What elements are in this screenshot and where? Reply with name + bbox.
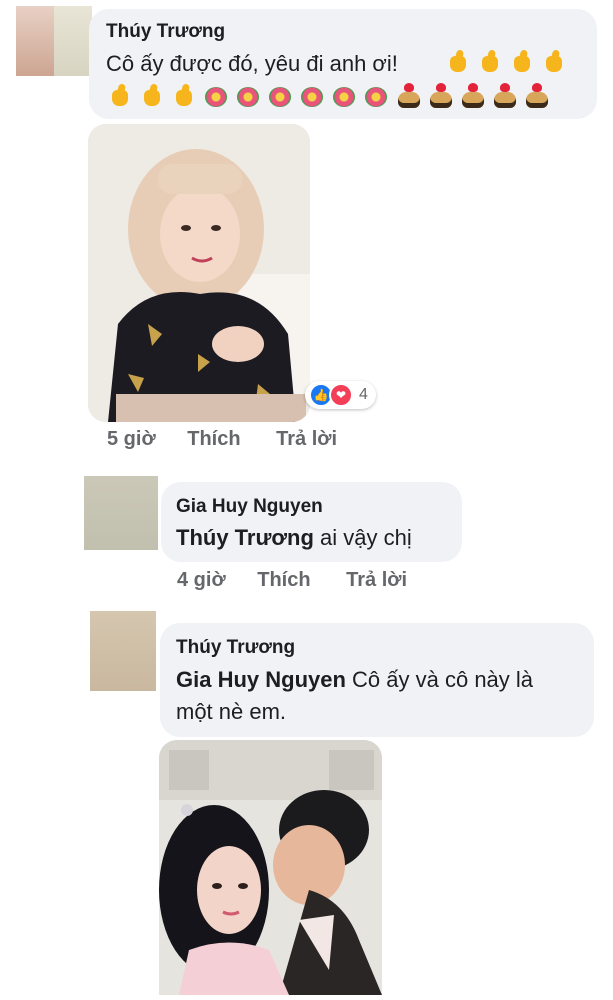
avatar[interactable]: [84, 476, 158, 550]
comment-body: ai vậy chị: [313, 525, 412, 550]
flower-icon: [298, 84, 326, 110]
thumbs-up-icon: [170, 84, 198, 110]
comment-photo[interactable]: [88, 124, 310, 422]
mention-link[interactable]: Gia Huy Nguyen: [176, 667, 346, 692]
thumbs-up-icon: [508, 50, 536, 76]
comment-bubble: Thúy Trương Gia Huy Nguyen Cô ấy và cô n…: [160, 623, 594, 737]
emoji-row: [106, 83, 550, 110]
avatar[interactable]: [16, 6, 92, 76]
couple-heart-icon: [458, 83, 486, 110]
couple-heart-icon: [394, 83, 422, 110]
flower-icon: [362, 84, 390, 110]
comment-actions: 4 giờ Thích Trả lời: [177, 569, 407, 592]
comment-text: Gia Huy Nguyen Cô ấy và cô này là: [176, 665, 533, 695]
photo-illustration: [159, 740, 382, 995]
comment-time[interactable]: 5 giờ: [107, 428, 156, 451]
avatar[interactable]: [90, 611, 156, 691]
thumbs-up-icon: [138, 84, 166, 110]
reaction-summary[interactable]: 👍 ❤ 4: [305, 381, 376, 409]
couple-heart-icon: [522, 83, 550, 110]
comment-author[interactable]: Thúy Trương: [176, 637, 295, 659]
comment-text: Cô ấy được đó, yêu đi anh ơi!: [106, 51, 398, 76]
comment-text: Thúy Trương ai vậy chị: [176, 523, 412, 553]
reply-button[interactable]: Trả lời: [346, 569, 407, 592]
thumbs-up-icon: [444, 50, 472, 76]
comment-actions: 5 giờ Thích Trả lời: [107, 428, 337, 451]
thumbs-up-icon: [476, 50, 504, 76]
reaction-count: 4: [359, 386, 368, 403]
emoji-row: [444, 50, 568, 76]
photo-illustration: [88, 124, 310, 422]
flower-icon: [202, 84, 230, 110]
like-button[interactable]: Thích: [257, 569, 310, 592]
thumbs-up-icon: [106, 84, 134, 110]
comment-time[interactable]: 4 giờ: [177, 569, 226, 592]
comment-author[interactable]: Gia Huy Nguyen: [176, 496, 323, 518]
mention-link[interactable]: Thúy Trương: [176, 525, 314, 550]
like-button[interactable]: Thích: [187, 428, 240, 451]
comment-photo[interactable]: [159, 740, 382, 995]
comment-bubble: Gia Huy Nguyen Thúy Trương ai vậy chị: [161, 482, 462, 562]
love-icon: ❤: [329, 383, 353, 407]
comment-body: Cô ấy và cô này là: [345, 667, 534, 692]
flower-icon: [234, 84, 262, 110]
flower-icon: [330, 84, 358, 110]
comment-text-line2: một nè em.: [176, 699, 287, 724]
couple-heart-icon: [490, 83, 518, 110]
reply-button[interactable]: Trả lời: [276, 428, 337, 451]
comment-author[interactable]: Thúy Trương: [106, 21, 225, 43]
thumbs-up-icon: [540, 50, 568, 76]
couple-heart-icon: [426, 83, 454, 110]
flower-icon: [266, 84, 294, 110]
